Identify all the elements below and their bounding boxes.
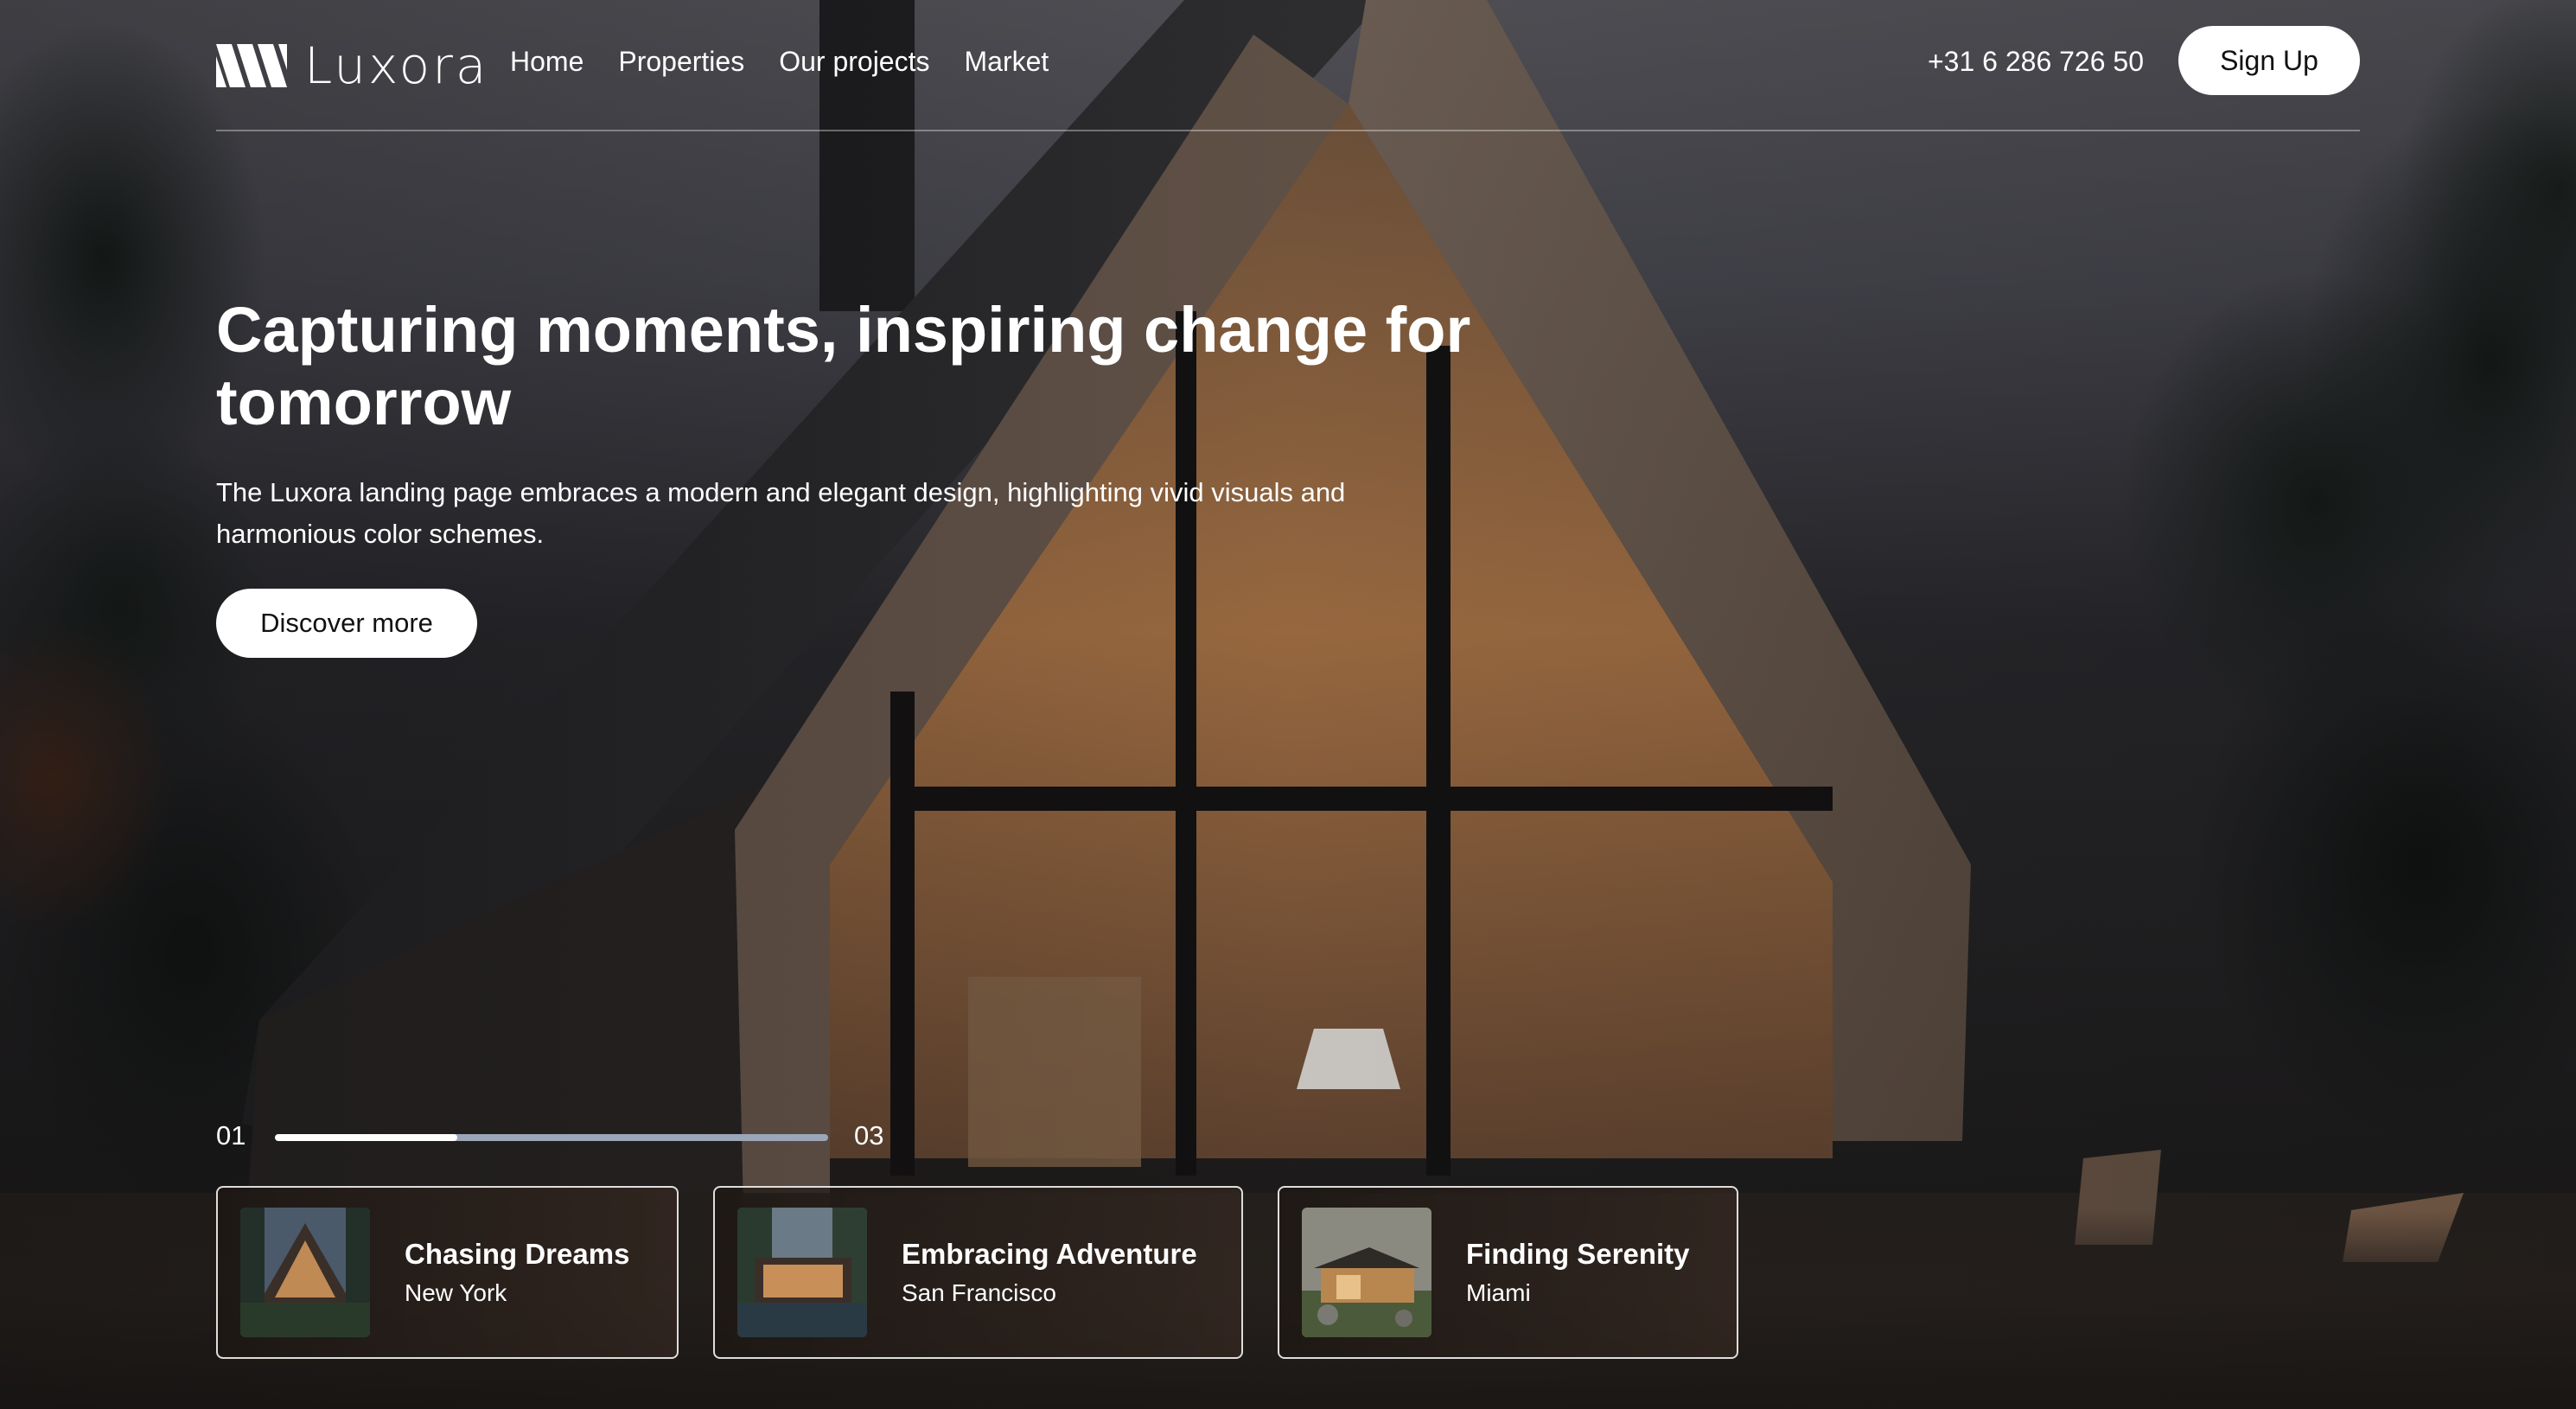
brand-logo[interactable]: Luxora [216, 36, 488, 95]
property-thumbnail [240, 1208, 370, 1337]
hero-title: Capturing moments, inspiring change for … [216, 294, 1471, 438]
slide-current-number: 01 [216, 1120, 246, 1151]
slide-progress-bar[interactable] [275, 1134, 828, 1141]
nav-link-our-projects[interactable]: Our projects [779, 46, 929, 78]
property-thumbnail [1302, 1208, 1431, 1337]
site-header: Luxora Home Properties Our projects Mark… [216, 24, 2360, 131]
property-card-embracing-adventure[interactable]: Embracing Adventure San Francisco [713, 1186, 1243, 1359]
property-thumbnail [737, 1208, 867, 1337]
property-card-chasing-dreams[interactable]: Chasing Dreams New York [216, 1186, 679, 1359]
sign-up-button[interactable]: Sign Up [2178, 26, 2360, 95]
card-location: New York [405, 1279, 507, 1306]
card-title: Finding Serenity [1466, 1238, 1690, 1270]
slide-total-number: 03 [854, 1120, 884, 1151]
phone-number[interactable]: +31 6 286 726 50 [1928, 24, 2144, 99]
main-nav: Home Properties Our projects Market [510, 24, 1049, 99]
card-title: Chasing Dreams [405, 1238, 630, 1270]
card-location: San Francisco [902, 1279, 1056, 1306]
card-location: Miami [1466, 1279, 1531, 1306]
brand-name: Luxora [304, 36, 489, 95]
stripes-logo-icon [216, 44, 287, 87]
hero-subtitle: The Luxora landing page embraces a moder… [216, 477, 1346, 549]
card-title: Embracing Adventure [902, 1238, 1197, 1270]
slide-progress-fill [275, 1134, 458, 1141]
discover-more-button[interactable]: Discover more [216, 589, 477, 658]
nav-link-market[interactable]: Market [964, 46, 1049, 78]
nav-link-properties[interactable]: Properties [618, 46, 744, 78]
nav-link-home[interactable]: Home [510, 46, 583, 78]
property-card-finding-serenity[interactable]: Finding Serenity Miami [1278, 1186, 1738, 1359]
